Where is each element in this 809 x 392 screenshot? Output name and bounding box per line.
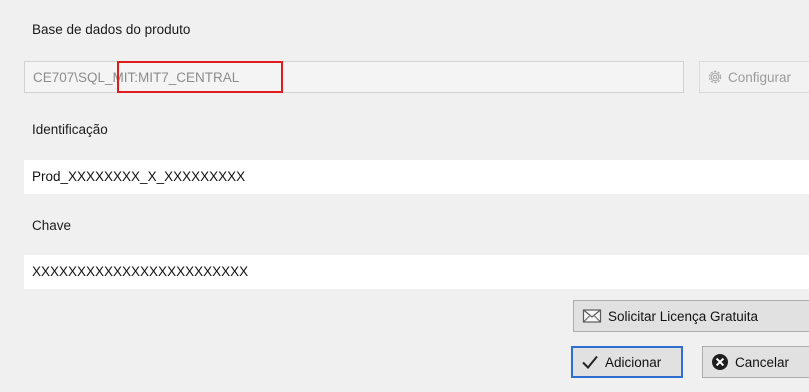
identification-label: Identificação <box>32 122 108 137</box>
key-input[interactable]: XXXXXXXXXXXXXXXXXXXXXXXX <box>24 255 809 289</box>
key-value: XXXXXXXXXXXXXXXXXXXXXXXX <box>32 264 249 279</box>
add-button[interactable]: Adicionar <box>571 346 683 378</box>
checkmark-icon <box>582 355 598 369</box>
configure-label: Configurar <box>728 69 792 85</box>
cancel-button[interactable]: Cancelar <box>702 346 809 378</box>
request-license-label: Solicitar Licença Gratuita <box>608 308 759 324</box>
database-label: Base de dados do produto <box>32 22 191 37</box>
identification-value: Prod_XXXXXXXX_X_XXXXXXXXX <box>32 169 246 184</box>
key-label: Chave <box>32 218 72 233</box>
configure-button[interactable]: Configurar <box>699 61 809 93</box>
database-field[interactable]: CE707\SQL_MIT:MIT7_CENTRAL <box>24 61 684 93</box>
database-value: CE707\SQL_MIT:MIT7_CENTRAL <box>33 70 240 85</box>
close-circle-icon <box>712 354 728 370</box>
envelope-icon <box>582 309 602 323</box>
cancel-label: Cancelar <box>735 354 790 370</box>
gear-icon <box>708 70 722 84</box>
request-license-button[interactable]: Solicitar Licença Gratuita <box>573 300 809 332</box>
add-label: Adicionar <box>605 354 662 370</box>
identification-input[interactable]: Prod_XXXXXXXX_X_XXXXXXXXX <box>24 160 809 194</box>
